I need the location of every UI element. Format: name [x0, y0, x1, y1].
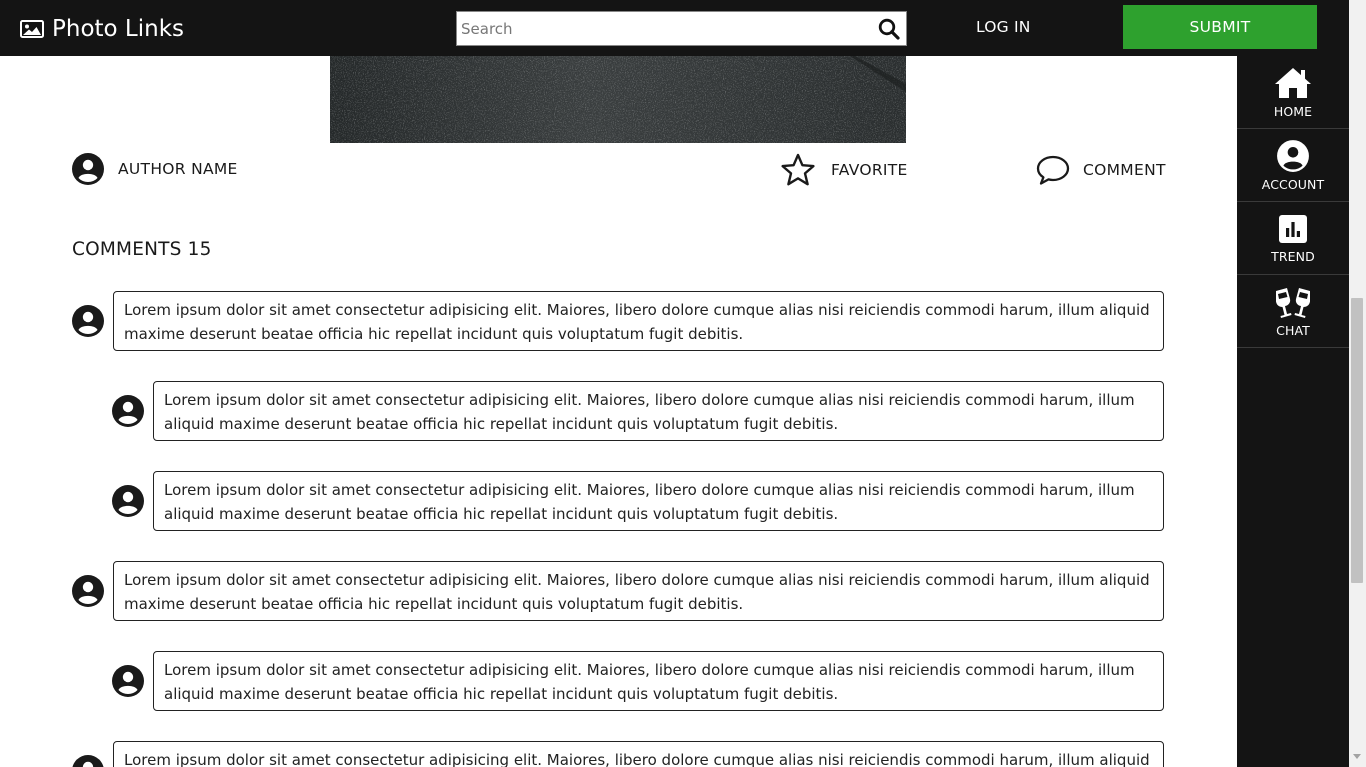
- comment-text: Lorem ipsum dolor sit amet consectetur a…: [153, 381, 1164, 441]
- cheers-icon: [1276, 287, 1310, 318]
- author-name: AUTHOR NAME: [118, 160, 238, 178]
- user-avatar-icon[interactable]: [112, 395, 144, 427]
- sidebar-item-label: HOME: [1273, 103, 1313, 119]
- speech-bubble-icon: [1036, 155, 1070, 185]
- user-avatar-icon[interactable]: [72, 305, 104, 337]
- chart-icon: [1279, 214, 1307, 243]
- login-button[interactable]: LOG IN: [976, 18, 1031, 36]
- sidebar-item-chat[interactable]: CHAT: [1237, 275, 1349, 348]
- image-icon: [20, 20, 44, 38]
- home-icon: [1275, 67, 1311, 98]
- sidebar-item-account[interactable]: ACCOUNT: [1237, 129, 1349, 202]
- comment-text: Lorem ipsum dolor sit amet consectetur a…: [153, 651, 1164, 711]
- sidebar-item-label: CHAT: [1276, 322, 1310, 338]
- comment-text: Lorem ipsum dolor sit amet consectetur a…: [153, 471, 1164, 531]
- comment-button[interactable]: COMMENT: [1036, 154, 1166, 186]
- search-icon[interactable]: [878, 18, 900, 40]
- scrollbar-thumb[interactable]: [1351, 298, 1363, 583]
- user-avatar-icon[interactable]: [72, 755, 104, 767]
- user-avatar-icon[interactable]: [112, 485, 144, 517]
- comment-text: Lorem ipsum dolor sit amet consectetur a…: [113, 291, 1164, 351]
- sidebar-item-label: TREND: [1271, 248, 1315, 264]
- sidebar-item-trend[interactable]: TREND: [1237, 202, 1349, 275]
- user-avatar-icon[interactable]: [72, 575, 104, 607]
- search-box: [456, 11, 907, 46]
- reply-item: Lorem ipsum dolor sit amet consectetur a…: [112, 471, 1164, 531]
- top-navbar: Photo Links LOG IN SUBMIT: [0, 0, 1366, 56]
- comment-text: Lorem ipsum dolor sit amet consectetur a…: [113, 741, 1164, 767]
- account-icon: [1277, 139, 1309, 172]
- sidebar-item-label: ACCOUNT: [1261, 176, 1325, 192]
- favorite-label: FAVORITE: [831, 161, 908, 179]
- scroll-down-arrow-icon[interactable]: [1353, 754, 1361, 759]
- submit-button[interactable]: SUBMIT: [1123, 5, 1317, 49]
- comment-label: COMMENT: [1083, 161, 1166, 179]
- brand-name: Photo Links: [52, 16, 185, 42]
- comment-text: Lorem ipsum dolor sit amet consectetur a…: [113, 561, 1164, 621]
- search-input[interactable]: [457, 12, 867, 45]
- user-avatar-icon: [72, 153, 104, 185]
- star-icon: [781, 153, 815, 186]
- brand-link[interactable]: Photo Links: [20, 13, 184, 45]
- comment-item: Lorem ipsum dolor sit amet consectetur a…: [72, 291, 1164, 351]
- sidebar-item-home[interactable]: HOME: [1237, 56, 1349, 129]
- comments-heading: COMMENTS 15: [72, 239, 212, 260]
- reply-item: Lorem ipsum dolor sit amet consectetur a…: [112, 651, 1164, 711]
- right-sidebar: HOME ACCOUNT TREND CHAT: [1237, 56, 1349, 767]
- reply-item: Lorem ipsum dolor sit amet consectetur a…: [112, 381, 1164, 441]
- page-scrollbar[interactable]: [1349, 0, 1366, 767]
- author-link[interactable]: AUTHOR NAME: [72, 153, 238, 185]
- post-photo: [330, 56, 906, 143]
- comment-item: Lorem ipsum dolor sit amet consectetur a…: [72, 741, 1164, 767]
- favorite-button[interactable]: FAVORITE: [780, 153, 908, 187]
- user-avatar-icon[interactable]: [112, 665, 144, 697]
- comment-item: Lorem ipsum dolor sit amet consectetur a…: [72, 561, 1164, 621]
